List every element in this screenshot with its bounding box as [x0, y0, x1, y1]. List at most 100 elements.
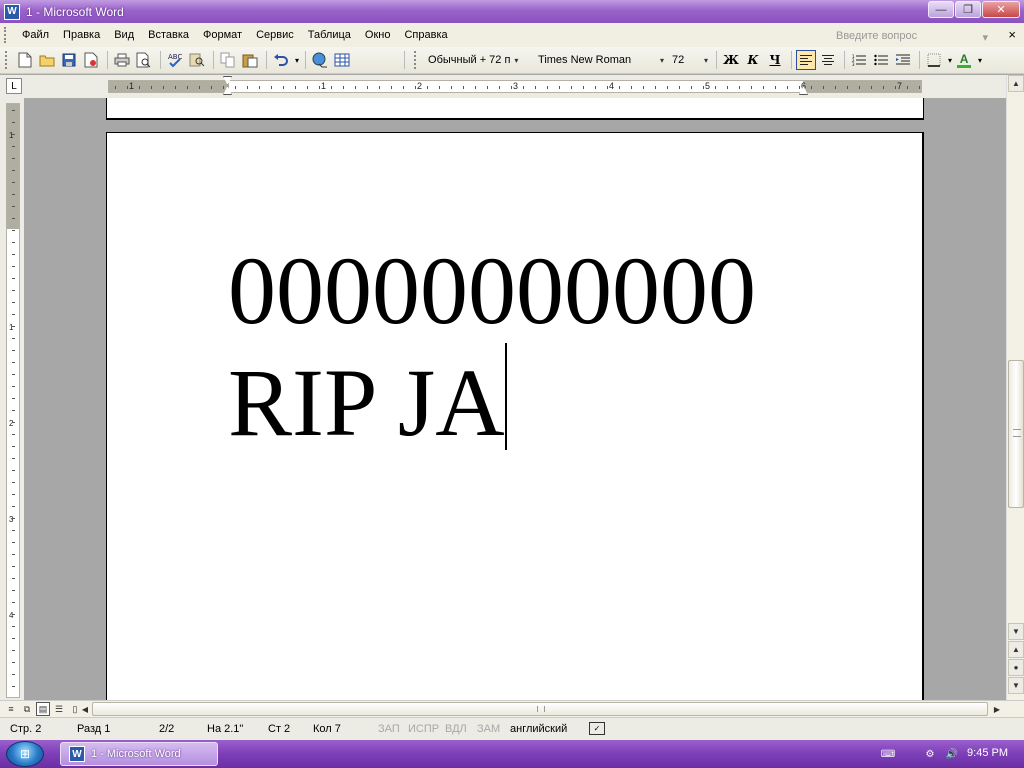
select-browse-object-icon[interactable]: ●: [1008, 659, 1024, 676]
ruler-tick: [859, 86, 860, 89]
minimize-button[interactable]: —: [928, 1, 954, 18]
save-icon[interactable]: [59, 50, 79, 70]
status-extend-selection[interactable]: ВДЛ: [445, 723, 467, 735]
taskbar-word-button[interactable]: W 1 - Microsoft Word: [60, 742, 218, 766]
document-area[interactable]: 00000000000 RIP JA: [24, 98, 1006, 700]
tab-selector-button[interactable]: L: [6, 78, 22, 94]
permission-icon[interactable]: [81, 50, 101, 70]
web-layout-view-icon[interactable]: ⧉: [20, 702, 34, 716]
status-overtype[interactable]: ЗАМ: [477, 723, 500, 735]
previous-page-icon[interactable]: ▲: [1008, 641, 1024, 658]
open-folder-icon[interactable]: [37, 50, 57, 70]
scroll-down-arrow-icon[interactable]: ▼: [1008, 623, 1024, 640]
restore-button[interactable]: ❐: [955, 1, 981, 18]
chevron-down-icon[interactable]: ▾: [976, 51, 984, 70]
next-page-icon[interactable]: ▼: [1008, 677, 1024, 694]
numbering-button[interactable]: 123: [849, 50, 869, 70]
volume-icon[interactable]: 🔊: [944, 747, 960, 761]
document-line-2[interactable]: RIP JA: [228, 355, 505, 451]
ruler-tick: [12, 170, 15, 171]
horizontal-ruler[interactable]: 1 1 2 3 4 5 6 7: [108, 76, 922, 95]
ruler-tick: [211, 86, 212, 89]
copy-icon[interactable]: [218, 50, 238, 70]
ruler-tick: [12, 590, 15, 591]
align-left-icon: [800, 55, 813, 65]
align-left-button[interactable]: [796, 50, 817, 70]
spelling-icon[interactable]: ABC: [165, 50, 185, 70]
ruler-tick: [12, 650, 15, 651]
vertical-scroll-thumb[interactable]: [1008, 360, 1024, 508]
print-preview-icon[interactable]: [134, 50, 154, 70]
underline-button[interactable]: Ч: [765, 50, 785, 70]
style-dropdown[interactable]: Обычный + 72 п ▾: [424, 51, 534, 70]
close-button[interactable]: ✕: [982, 1, 1020, 18]
font-size-dropdown[interactable]: 72 ▾: [668, 51, 712, 70]
help-question-input[interactable]: Введите вопрос ▾: [832, 27, 992, 44]
normal-view-icon[interactable]: ≡: [4, 702, 18, 716]
scroll-up-arrow-icon[interactable]: ▲: [1008, 75, 1024, 92]
ruler-tick: [199, 86, 200, 89]
document-close-button[interactable]: ×: [1008, 27, 1016, 42]
bullets-button[interactable]: [871, 50, 891, 70]
highlight-button[interactable]: A: [954, 50, 974, 70]
paste-icon[interactable]: [240, 50, 260, 70]
new-document-icon[interactable]: [15, 50, 35, 70]
undo-icon[interactable]: [271, 50, 291, 70]
menu-edit[interactable]: Правка: [56, 29, 107, 41]
hyperlink-icon[interactable]: [310, 50, 330, 70]
decrease-indent-button[interactable]: [893, 50, 913, 70]
vertical-ruler[interactable]: 1 1 2 3 4: [6, 103, 20, 698]
menu-view[interactable]: Вид: [107, 29, 141, 41]
outline-view-icon[interactable]: ☰: [52, 702, 66, 716]
menu-file[interactable]: Файл: [14, 29, 56, 41]
bold-button[interactable]: Ж: [721, 50, 741, 70]
horizontal-scroll-thumb[interactable]: [92, 702, 988, 716]
chevron-down-icon[interactable]: ▾: [946, 51, 954, 70]
menu-table[interactable]: Таблица: [301, 29, 358, 41]
status-track-changes[interactable]: ИСПР: [408, 723, 439, 735]
start-button[interactable]: ⊞: [6, 741, 44, 767]
horizontal-ruler-row: L 1 1 2 3 4 5 6 7: [0, 75, 1024, 98]
ruler-tick: [12, 518, 15, 519]
word-app-icon[interactable]: W: [4, 3, 20, 20]
taskbar-clock[interactable]: 9:45 PM: [967, 747, 1008, 759]
align-center-button[interactable]: [818, 50, 838, 70]
menu-window[interactable]: Окно: [358, 29, 398, 41]
italic-button[interactable]: К: [743, 50, 763, 70]
menu-insert[interactable]: Вставка: [141, 29, 196, 41]
scroll-left-arrow-icon[interactable]: ◀: [78, 702, 92, 716]
ruler-tick: [12, 458, 15, 459]
document-page[interactable]: 00000000000 RIP JA: [106, 132, 924, 700]
font-dropdown[interactable]: Times New Roman ▾: [534, 51, 668, 70]
ruler-tick: [907, 86, 908, 89]
text-cursor: [505, 343, 507, 450]
keyboard-icon[interactable]: ⌨: [880, 747, 896, 761]
toolbar-grip[interactable]: [5, 51, 10, 69]
menu-format[interactable]: Формат: [196, 29, 249, 41]
research-icon[interactable]: [187, 50, 207, 70]
menubar-grip[interactable]: [4, 27, 10, 43]
vertical-scrollbar[interactable]: ▲ ▼ ▲ ● ▼: [1006, 75, 1024, 700]
spelling-status-icon[interactable]: ✓: [589, 722, 605, 735]
borders-button[interactable]: [924, 50, 944, 70]
insert-table-icon[interactable]: [332, 50, 352, 70]
ruler-tick: [355, 86, 356, 89]
chevron-down-icon[interactable]: ▾: [293, 51, 301, 70]
network-icon[interactable]: ⚙: [922, 747, 938, 761]
scroll-right-arrow-icon[interactable]: ▶: [990, 702, 1004, 716]
ruler-tick: [12, 350, 15, 351]
ruler-tick: [12, 374, 15, 375]
status-record-macro[interactable]: ЗАП: [378, 723, 400, 735]
menu-help[interactable]: Справка: [397, 29, 454, 41]
menu-tools[interactable]: Сервис: [249, 29, 301, 41]
ruler-tick: [12, 194, 15, 195]
status-language[interactable]: английский: [510, 723, 567, 735]
print-layout-view-icon[interactable]: ▤: [36, 702, 50, 716]
ruler-tick: [775, 86, 776, 89]
toolbar-grip[interactable]: [414, 51, 419, 69]
document-line-1[interactable]: 00000000000: [228, 243, 756, 339]
ruler-tick: [559, 86, 560, 89]
print-icon[interactable]: [112, 50, 132, 70]
ruler-tick: [823, 86, 824, 89]
title-bar[interactable]: W 1 - Microsoft Word — ❐ ✕: [0, 0, 1024, 23]
